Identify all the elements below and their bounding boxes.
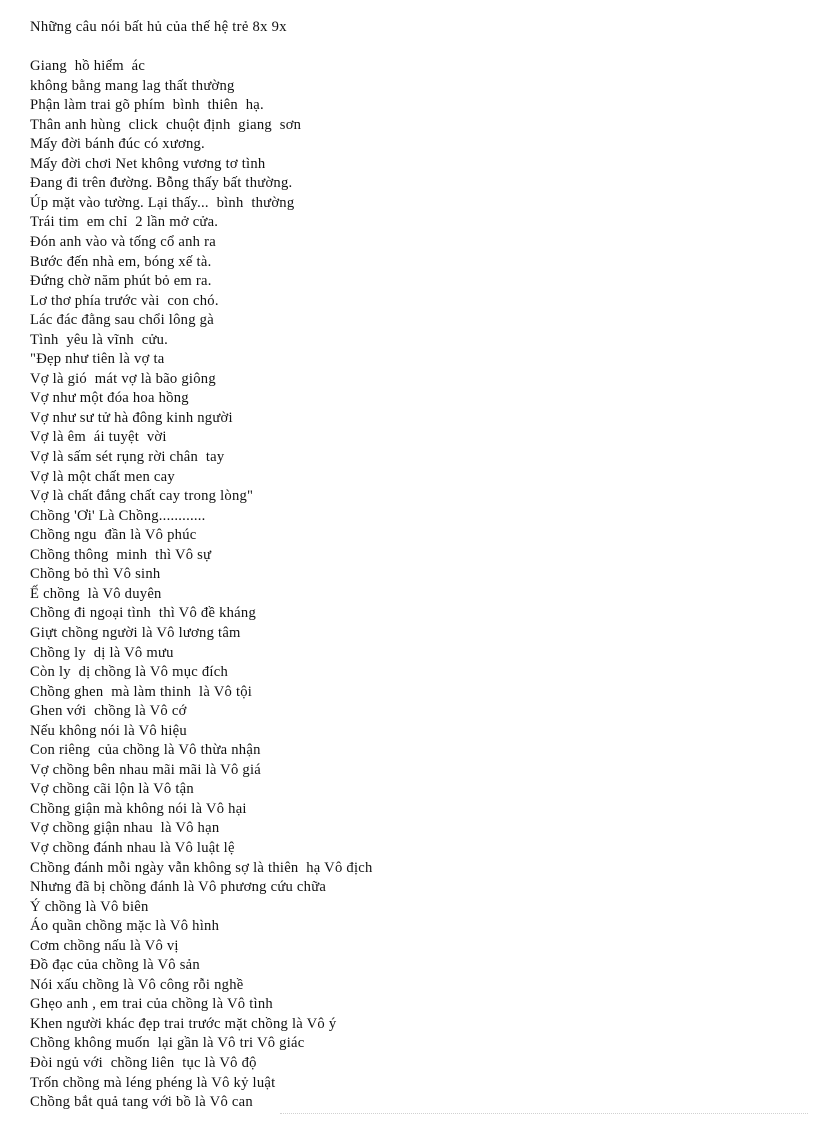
document-line: Bước đến nhà em, bóng xế tà. — [30, 253, 212, 270]
document-line: Cơm chồng nấu là Vô vị — [30, 937, 179, 954]
document-line: Chồng ly dị là Vô mưu — [30, 644, 174, 661]
document-line: Lác đác đằng sau chổi lông gà — [30, 312, 214, 329]
document-line: Chồng giận mà không nói là Vô hại — [30, 800, 247, 817]
document-line: Đứng chờ năm phút bỏ em ra. — [30, 273, 212, 290]
document-line: Trốn chồng mà léng phéng là Vô kỷ luật — [30, 1074, 276, 1091]
document-line: Nói xấu chồng là Vô công rỗi nghề — [30, 976, 244, 993]
document-line: Nếu không nói là Vô hiệu — [30, 722, 187, 739]
document-line: Trái tim em chỉ 2 lần mở cửa. — [30, 214, 219, 231]
document-line: Úp mặt vào tường. Lại thấy... bình thườn… — [30, 194, 295, 211]
document-line: Còn ly dị chồng là Vô mục đích — [30, 664, 228, 681]
document-line: Vợ chồng cãi lộn là Vô tận — [30, 781, 194, 798]
document-page: Những câu nói bất hủ của thế hệ trẻ 8x 9… — [0, 0, 816, 1123]
document-line: Chồng đánh mỗi ngày vẫn không sợ là thiê… — [30, 859, 373, 876]
document-line: Giựt chồng người là Vô lương tâm — [30, 624, 241, 641]
document-line: Nhưng đã bị chồng đánh là Vô phương cứu … — [30, 879, 327, 896]
document-line: Con riêng của chồng là Vô thừa nhận — [30, 742, 261, 759]
footer-divider — [280, 1113, 808, 1115]
document-line: Vợ chồng giận nhau là Vô hạn — [30, 820, 220, 837]
document-line: Vợ là một chất men cay — [30, 468, 175, 485]
document-line: Đồ đạc của chồng là Vô sản — [30, 957, 200, 974]
document-line: Ế chồng là Vô duyên — [30, 585, 162, 602]
document-line: Ý chồng là Vô biên — [30, 898, 149, 915]
document-line: Mấy đời chơi Net không vương tơ tình — [30, 155, 266, 172]
document-line: Vợ chồng đánh nhau là Vô luật lệ — [30, 839, 235, 856]
document-line: Chồng ghen mà làm thinh là Vô tội — [30, 683, 253, 700]
document-line: Tình yêu là vĩnh cửu. — [30, 331, 169, 348]
document-line: Chồng 'Ơi' Là Chồng............ — [30, 507, 206, 524]
document-line: Lơ thơ phía trước vài con chó. — [30, 292, 219, 309]
document-line: Ghen với chồng là Vô cớ — [30, 703, 187, 720]
document-line: Vợ như một đóa hoa hồng — [30, 390, 189, 407]
document-line: Ghẹo anh , em trai của chồng là Vô tình — [30, 996, 273, 1013]
document-line: Khen người khác đẹp trai trước mặt chồng… — [30, 1015, 337, 1032]
document-line: Vợ chồng bên nhau mãi mãi là Vô giá — [30, 761, 261, 778]
document-line: Vợ là êm ái tuyệt vời — [30, 429, 167, 446]
document-text-block: Những câu nói bất hủ của thế hệ trẻ 8x 9… — [30, 18, 786, 1113]
document-line: Phận làm trai gõ phím bình thiên hạ. — [30, 97, 264, 114]
document-title: Những câu nói bất hủ của thế hệ trẻ 8x 9… — [30, 19, 287, 35]
document-line: Chồng thông minh thì Vô sự — [30, 546, 212, 563]
document-line: Đòi ngủ với chồng liên tục là Vô độ — [30, 1054, 257, 1071]
document-line: Chồng ngu đần là Vô phúc — [30, 527, 197, 544]
document-line: Chồng bỏ thì Vô sinh — [30, 566, 161, 583]
document-line: Đón anh vào và tống cổ anh ra — [30, 234, 216, 251]
document-line: Chồng không muốn lại gần là Vô tri Vô gi… — [30, 1035, 305, 1052]
document-line: Mấy đời bánh đúc có xương. — [30, 136, 205, 153]
document-line: Giang hồ hiểm ác — [30, 58, 146, 75]
document-line: Áo quần chồng mặc là Vô hình — [30, 918, 220, 935]
document-line: Vợ là gió mát vợ là bão giông — [30, 370, 216, 387]
document-line: Thân anh hùng click chuột định giang sơn — [30, 116, 302, 133]
document-line: "Đẹp như tiên là vợ ta — [30, 351, 165, 368]
document-line: Chồng đi ngoại tình thì Vô đề kháng — [30, 605, 257, 622]
document-line: Vợ là chất đắng chất cay trong lòng" — [30, 488, 254, 505]
document-line: Vợ là sấm sét rụng rời chân tay — [30, 449, 225, 466]
document-line: Chồng bắt quả tang với bồ là Vô can — [30, 1094, 253, 1111]
document-line: Đang đi trên đường. Bỗng thấy bất thường… — [30, 175, 293, 192]
document-line: Vợ như sư tử hà đông kinh người — [30, 409, 233, 426]
document-line: không bằng mang lag thất thường — [30, 77, 235, 94]
